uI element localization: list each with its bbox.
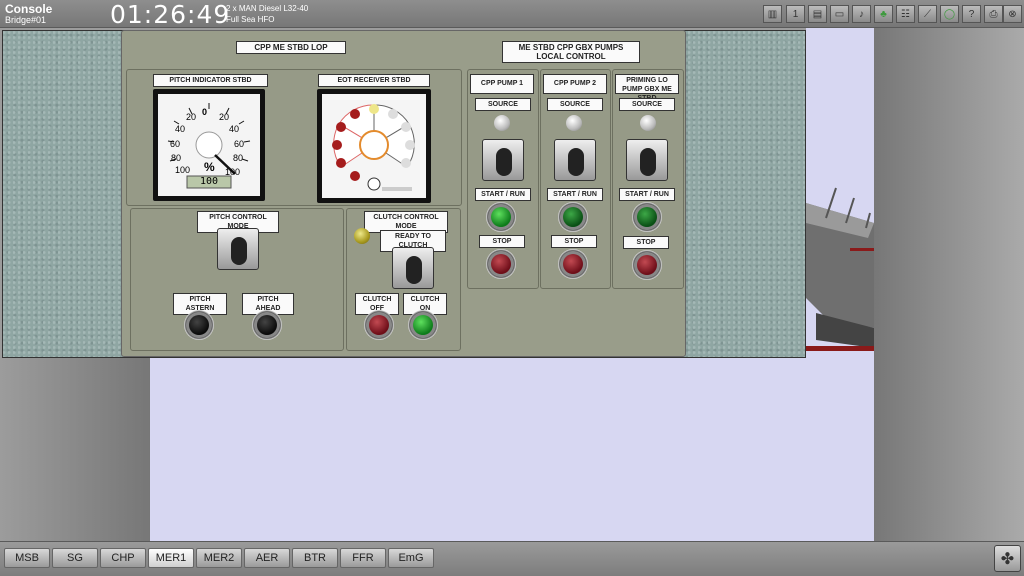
console-subtitle: Bridge#01 (5, 15, 47, 25)
tab-sg[interactable]: SG (52, 548, 98, 568)
tab-mer1[interactable]: MER1 (148, 548, 194, 568)
tab-emg[interactable]: EmG (388, 548, 434, 568)
cpp-lop-panel: CPP ME STBD LOP ME STBD CPP GBX PUMPS LO… (121, 30, 686, 357)
console-title: Console (5, 2, 53, 16)
clutch-off-button[interactable] (364, 310, 394, 340)
pitch-control-mode-selector[interactable] (217, 228, 259, 270)
monitor-icon[interactable]: ▭ (830, 5, 849, 23)
number-icon[interactable]: 1 (786, 5, 805, 23)
pump-3-source-label: SOURCE (619, 98, 675, 111)
exit-icon[interactable]: ⊗ (1003, 5, 1022, 23)
clutch-control-mode-selector[interactable] (392, 247, 434, 289)
3d-view-strip (806, 28, 874, 358)
ready-to-clutch-lamp (354, 228, 370, 244)
priming-lo-pump-label: PRIMING LO PUMP GBX ME STBD (615, 74, 679, 102)
pump-2-source-lamp (566, 115, 582, 131)
selector-knob (640, 148, 656, 176)
pitch-unit: % (204, 160, 215, 174)
pump-2-mode-selector[interactable] (554, 139, 596, 181)
engine-model: 2 x MAN Diesel L32-40 (226, 4, 309, 13)
pump-3-source-lamp (640, 115, 656, 131)
pump-1-mode-selector[interactable] (482, 139, 524, 181)
leaf-icon[interactable]: ♣ (874, 5, 893, 23)
pump-3-start-button[interactable] (632, 202, 662, 232)
print-icon[interactable]: ⎙ (984, 5, 1003, 23)
pitch-scale-20b: 20 (219, 112, 230, 122)
pump-2-stop-button[interactable] (558, 249, 588, 279)
fan-icon[interactable]: ✤ (994, 545, 1021, 572)
eot-dial-graphic (322, 94, 426, 198)
pitch-ahead-button[interactable] (252, 310, 282, 340)
pitch-scale-80a: 80 (171, 153, 182, 163)
pitch-scale-60a: 60 (170, 139, 181, 149)
save-icon[interactable]: ▤ (808, 5, 827, 23)
right-side-area (874, 28, 1024, 541)
eot-receiver-label: EOT RECEIVER STBD (318, 74, 430, 87)
cpp-pump-2-label: CPP PUMP 2 (543, 74, 607, 94)
selector-knob (496, 148, 512, 176)
pump-1-stop-button[interactable] (486, 249, 516, 279)
chat-icon[interactable]: ◯ (940, 5, 959, 23)
trend-icon[interactable]: ⟋ (918, 5, 937, 23)
help-icon[interactable]: ? (962, 5, 981, 23)
pump-1-source-label: SOURCE (475, 98, 531, 111)
cpp-pump-1-label: CPP PUMP 1 (470, 74, 534, 94)
simulation-clock: 01:26:49 (110, 0, 231, 29)
pitch-scale-60b: 60 (234, 139, 245, 149)
panel-title: CPP ME STBD LOP (236, 41, 346, 54)
pitch-scale-0: 0 (202, 107, 208, 117)
fuel-mode: Full Sea HFO (226, 15, 275, 24)
pump-3-mode-selector[interactable] (626, 139, 668, 181)
eot-receiver-dial (317, 89, 431, 203)
pump-3-stop-button[interactable] (632, 250, 662, 280)
bell-icon[interactable]: ♪ (852, 5, 871, 23)
pump-3-stop-label: STOP (623, 236, 669, 249)
report-icon[interactable]: ☷ (896, 5, 915, 23)
pump-1-start-label: START / RUN (475, 188, 531, 201)
pitch-indicator-label: PITCH INDICATOR STBD (153, 74, 268, 87)
pump-3-start-label: START / RUN (619, 188, 675, 201)
tab-msb[interactable]: MSB (4, 548, 50, 568)
layout-icon[interactable]: ▥ (763, 5, 782, 23)
pump-1-source-lamp (494, 115, 510, 131)
tab-chp[interactable]: CHP (100, 548, 146, 568)
pump-2-stop-label: STOP (551, 235, 597, 248)
pitch-indicator-gauge: 0 20 20 40 40 60 60 80 80 100 100 % 100 (153, 89, 265, 201)
ship-railing-graphic (806, 187, 874, 351)
selector-knob (406, 256, 422, 284)
viewport-area (150, 358, 874, 541)
pump-1-stop-label: STOP (479, 235, 525, 248)
tab-ffr[interactable]: FFR (340, 548, 386, 568)
pump-2-source-label: SOURCE (547, 98, 603, 111)
tab-mer2[interactable]: MER2 (196, 548, 242, 568)
pumps-title: ME STBD CPP GBX PUMPS LOCAL CONTROL (502, 41, 640, 63)
pitch-readout: 100 (199, 176, 219, 187)
left-side-area (0, 358, 150, 541)
pitch-scale-20a: 20 (186, 112, 197, 122)
selector-knob (231, 237, 247, 265)
pitch-scale-40b: 40 (229, 124, 240, 134)
tab-btr[interactable]: BTR (292, 548, 338, 568)
pitch-scale-100a: 100 (175, 165, 191, 175)
pump-1-start-button[interactable] (486, 202, 516, 232)
tab-aer[interactable]: AER (244, 548, 290, 568)
pump-2-start-button[interactable] (558, 202, 588, 232)
pump-2-start-label: START / RUN (547, 188, 603, 201)
pitch-scale-80b: 80 (233, 153, 244, 163)
clutch-on-button[interactable] (408, 310, 438, 340)
pitch-scale-40a: 40 (175, 124, 186, 134)
selector-knob (568, 148, 584, 176)
pitch-astern-button[interactable] (184, 310, 214, 340)
